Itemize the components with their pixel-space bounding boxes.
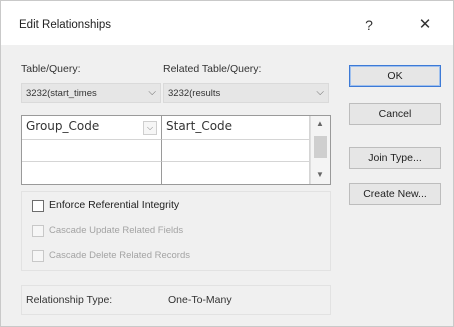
table-query-label: Table/Query: [21,63,81,75]
cascade-delete-label: Cascade Delete Related Records [49,250,190,261]
ok-button[interactable]: OK [349,65,441,87]
fields-grid: Group_Code ⌵ Start_Code ▲ ▼ [21,115,331,185]
cascade-delete-checkbox [32,250,44,262]
table-query-select[interactable]: 3232(start_times ⌵ [21,83,161,103]
cancel-button[interactable]: Cancel [349,103,441,125]
related-table-query-select[interactable]: 3232(results ⌵ [163,83,329,103]
chevron-down-icon: ⌵ [148,87,156,98]
relationship-type-value: One-To-Many [168,294,232,306]
join-type-button[interactable]: Join Type... [349,147,441,169]
related-table-query-label: Related Table/Query: [163,63,262,75]
close-icon[interactable]: ✕ [415,15,435,35]
integrity-options-group: Enforce Referential Integrity Cascade Up… [21,191,331,271]
chevron-down-icon[interactable]: ⌵ [143,121,157,135]
related-table-query-value: 3232(results [168,88,221,99]
enforce-integrity-label: Enforce Referential Integrity [49,199,180,211]
cascade-update-checkbox [32,225,44,237]
grid-cell-left[interactable] [22,140,162,162]
scroll-down-icon[interactable]: ▼ [316,170,324,179]
cascade-update-label: Cascade Update Related Fields [49,225,184,236]
dialog-title: Edit Relationships [19,19,112,31]
edit-relationships-dialog: Edit Relationships ? ✕ Table/Query: Rela… [0,0,454,327]
enforce-integrity-checkbox[interactable] [32,200,44,212]
grid-cell-right[interactable] [162,140,310,162]
table-query-value: 3232(start_times [26,88,97,99]
grid-scrollbar[interactable]: ▲ ▼ [310,116,330,184]
grid-cell-left[interactable] [22,162,162,184]
scroll-up-icon[interactable]: ▲ [316,119,324,128]
scroll-thumb[interactable] [314,136,327,158]
right-field-value: Start_Code [166,119,233,133]
relationship-type-label: Relationship Type: [26,294,113,306]
left-field-value: Group_Code [26,119,100,133]
grid-cell-right[interactable] [162,162,310,184]
relationship-type-panel: Relationship Type: One-To-Many [21,285,331,315]
grid-cell-left[interactable]: Group_Code ⌵ [22,116,162,140]
chevron-down-icon: ⌵ [316,87,324,98]
help-icon[interactable]: ? [359,15,379,35]
title-bar: Edit Relationships ? ✕ [1,1,453,45]
grid-cell-right[interactable]: Start_Code [162,116,310,140]
create-new-button[interactable]: Create New... [349,183,441,205]
